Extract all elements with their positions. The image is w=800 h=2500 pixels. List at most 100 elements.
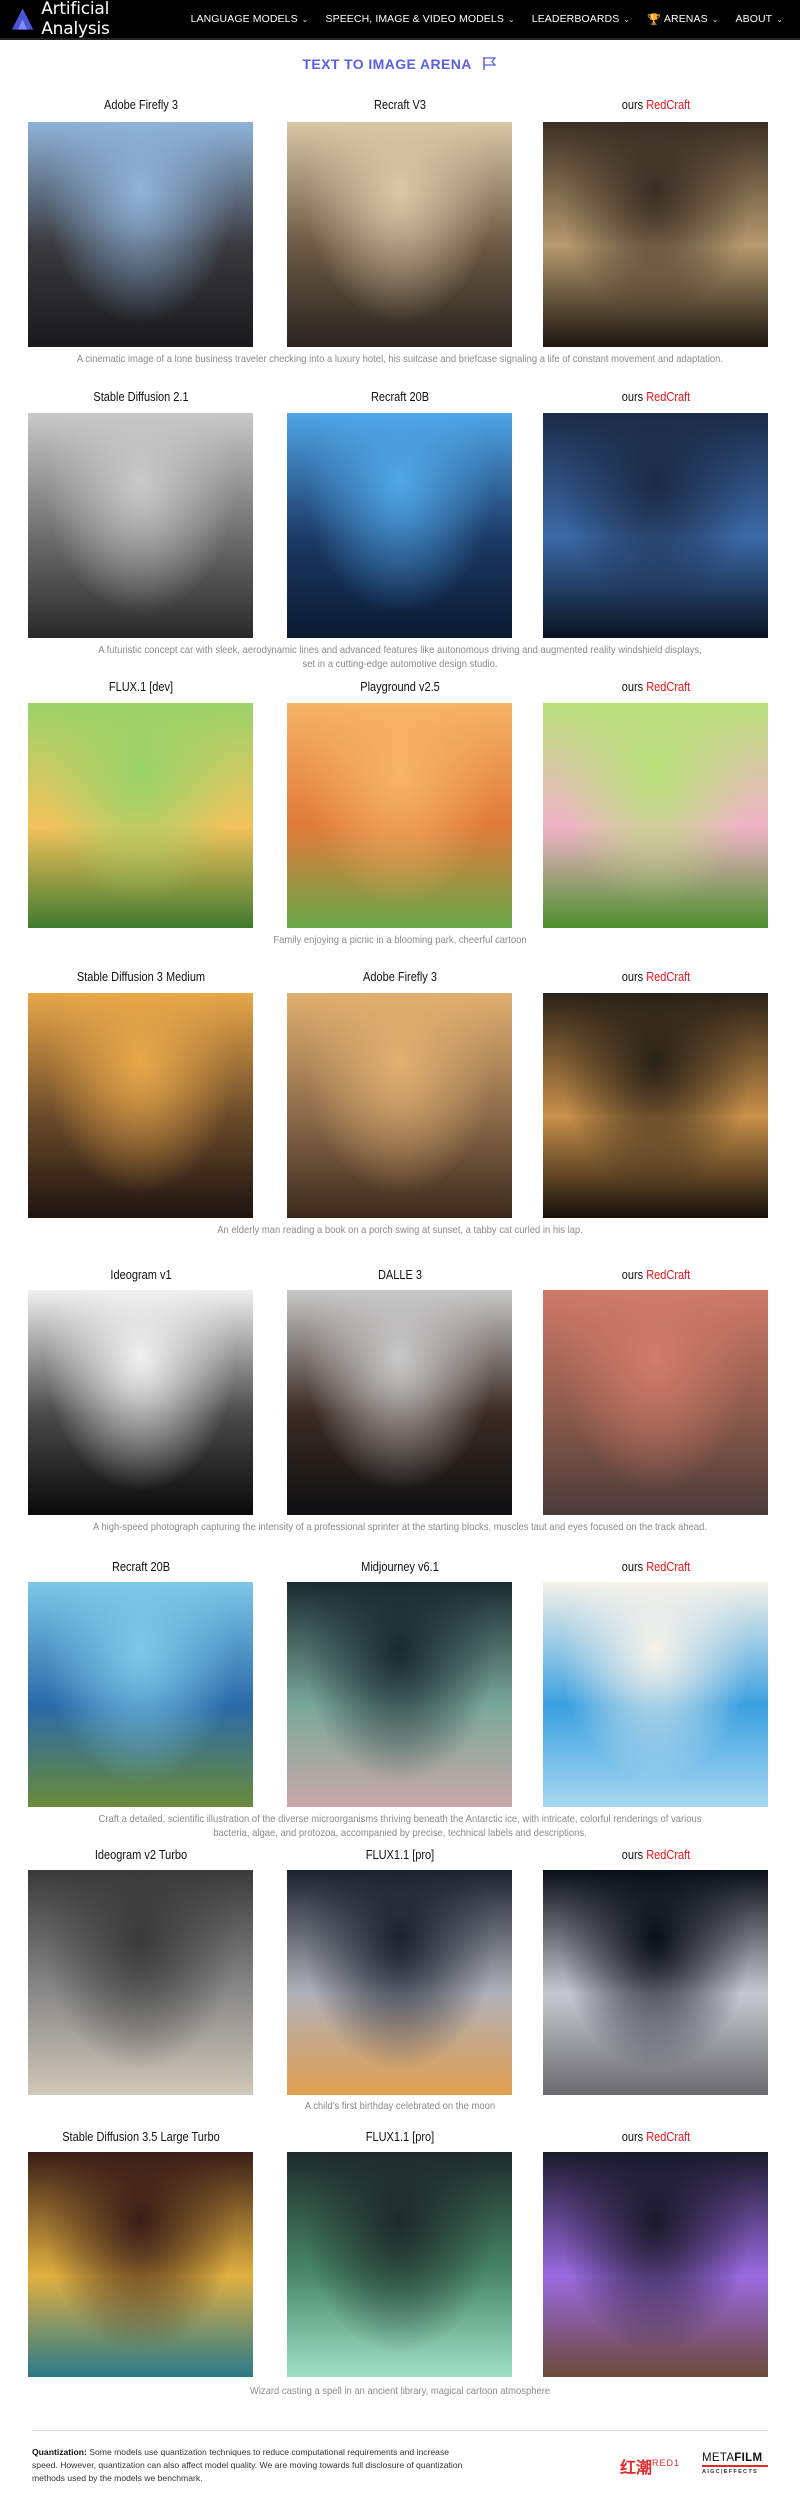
artificial-analysis-logo-icon [11,8,34,30]
red1-logo: 红潮RED1 [620,2454,680,2478]
nav-arenas[interactable]: 🏆 ARENAS ⌄ [647,13,718,26]
redcraft-name: RedCraft [646,1848,691,1862]
comparison-model-labels: Stable Diffusion 2.1 Recraft 20B ours RedC… [0,390,800,408]
generated-image[interactable] [28,122,253,347]
redcraft-name: RedCraft [646,390,691,404]
chevron-down-icon: ⌄ [507,14,515,24]
flag-icon[interactable] [482,56,498,71]
generated-image[interactable] [28,1582,253,1807]
generated-image[interactable] [287,1870,512,2095]
chevron-down-icon: ⌄ [711,14,719,24]
generated-image[interactable] [287,1582,512,1807]
generated-image[interactable] [543,1582,768,1807]
metafilm-logo: METAFILM AIGC|EFFECTS [702,2452,768,2475]
nav-language-models[interactable]: LANGUAGE MODELS ⌄ [191,13,309,26]
prompt-caption: A futuristic concept car with sleek, aer… [98,644,702,670]
ours-prefix: ours [621,1560,647,1574]
model-label: Stable Diffusion 2.1 [93,390,189,404]
nav-leaderboards[interactable]: LEADERBOARDS ⌄ [532,13,630,26]
metafilm-logo-sub: AIGC|EFFECTS [702,2469,758,2475]
model-label: Recraft 20B [111,1560,171,1574]
redcraft-name: RedCraft [646,2130,691,2144]
prompt-caption: Craft a detailed, scientific illustratio… [98,1813,702,1839]
nav-label: SPEECH, IMAGE & VIDEO MODELS [325,13,504,25]
comparison-model-labels: Ideogram v1 DALLE 3 ours RedCraft [0,1268,800,1286]
model-label: Ideogram v2 Turbo [94,1848,188,1862]
nav-label: ABOUT [735,13,773,25]
page-title-text: TEXT TO IMAGE ARENA [302,56,472,72]
generated-image[interactable] [287,413,512,638]
comparison-model-labels: Stable Diffusion 3.5 Large Turbo FLUX1.1 … [0,2130,800,2148]
prompt-caption: Family enjoying a picnic in a blooming p… [273,934,527,946]
brand-name: Artificial Analysis [41,0,110,39]
chevron-down-icon: ⌄ [301,14,309,24]
generated-image[interactable] [543,1870,768,2095]
generated-image[interactable] [543,413,768,638]
comparison-model-labels: Recraft 20B Midjourney v6.1 ours RedCraft [0,1560,800,1578]
comparison-model-labels: FLUX.1 [dev] Playground v2.5 ours RedCraft [0,680,800,698]
ours-prefix: ours [621,970,647,984]
redcraft-name: RedCraft [646,98,691,112]
model-label: DALLE 3 [377,1268,423,1282]
nav-about[interactable]: ABOUT ⌄ [736,13,783,26]
model-label: Adobe Firefly 3 [362,970,437,984]
footer-divider [32,2430,768,2431]
generated-image[interactable] [287,703,512,928]
top-navbar: Artificial Analysis LANGUAGE MODELS ⌄ SPE… [0,0,800,40]
prompt-caption: A high-speed photograph capturing the in… [92,1521,708,1533]
page-title: TEXT TO IMAGE ARENA [0,56,800,72]
red1-logo-cn: 红潮 [620,2460,653,2477]
model-label: Recraft V3 [374,98,426,112]
redcraft-name: RedCraft [646,970,691,984]
generated-image[interactable] [28,2152,253,2377]
model-label: Ideogram v1 [110,1268,172,1282]
comparison-model-labels: Stable Diffusion 3 Medium Adobe Firefly 3… [0,970,800,988]
generated-image[interactable] [543,1290,768,1515]
metafilm-logo-b: FILM [734,2452,763,2464]
prompt-caption: An elderly man reading a book on a porch… [217,1224,583,1236]
prompt-caption: A cinematic image of a lone business tra… [76,353,724,365]
model-label: Recraft 20B [370,390,430,404]
model-label: FLUX.1 [dev] [108,680,174,694]
model-label-ours: ours RedCraft [557,680,756,694]
model-label: Adobe Firefly 3 [103,98,178,112]
generated-image[interactable] [28,993,253,1218]
ours-prefix: ours [621,680,647,694]
model-label-ours: ours RedCraft [557,98,756,112]
generated-image[interactable] [543,703,768,928]
generated-image[interactable] [28,1870,253,2095]
generated-image[interactable] [287,122,512,347]
red1-logo-en: RED1 [652,2458,681,2468]
comparison-model-labels: Ideogram v2 Turbo FLUX1.1 [pro] ours RedCr… [0,1848,800,1866]
generated-image[interactable] [287,2152,512,2377]
model-label-ours: ours RedCraft [557,1268,756,1282]
generated-image[interactable] [28,1290,253,1515]
nav-speech-image-video-models[interactable]: SPEECH, IMAGE & VIDEO MODELS ⌄ [326,13,515,26]
chevron-down-icon: ⌄ [623,14,631,24]
generated-image[interactable] [28,413,253,638]
quantization-label: Quantization: [32,2447,87,2457]
generated-image[interactable] [543,122,768,347]
ours-prefix: ours [621,1848,647,1862]
generated-image[interactable] [287,993,512,1218]
model-label-ours: ours RedCraft [557,1560,756,1574]
redcraft-name: RedCraft [646,1560,691,1574]
model-label: FLUX1.1 [pro] [365,2130,435,2144]
generated-image[interactable] [28,703,253,928]
prompt-caption: Wizard casting a spell in an ancient lib… [249,2385,551,2397]
home-logo-link[interactable]: Artificial Analysis [10,0,179,39]
ours-prefix: ours [621,2130,647,2144]
generated-image[interactable] [543,2152,768,2377]
ours-prefix: ours [621,390,647,404]
model-label-ours: ours RedCraft [557,2130,756,2144]
metafilm-logo-a: META [702,2452,735,2464]
generated-image[interactable] [287,1290,512,1515]
generated-image[interactable] [543,993,768,1218]
trophy-icon: 🏆 [647,13,661,26]
nav-label: LEADERBOARDS [531,13,620,25]
quantization-note: Quantization: Some models use quantizati… [32,2446,472,2485]
ours-prefix: ours [621,1268,647,1282]
model-label: Stable Diffusion 3 Medium [76,970,206,984]
redcraft-name: RedCraft [646,1268,691,1282]
prompt-caption: A child's first birthday celebrated on t… [304,2100,496,2112]
